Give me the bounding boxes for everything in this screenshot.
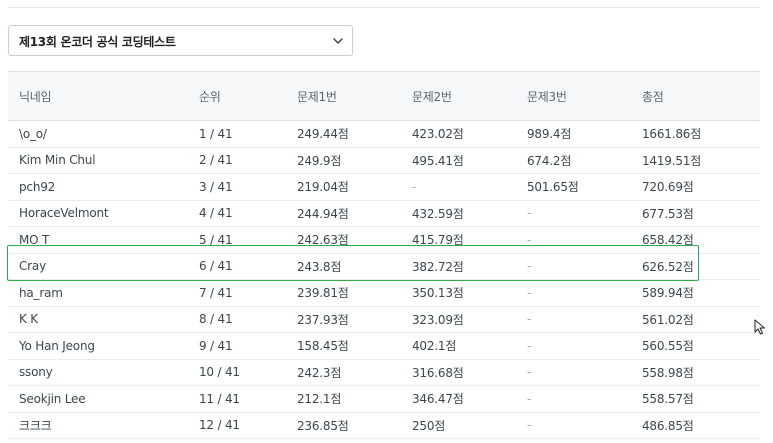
problem-1-score-cell: 158.45점 (286, 332, 401, 360)
top-divider (8, 7, 760, 8)
contest-select[interactable]: 제13회 온코더 공식 코딩테스트 (8, 25, 353, 56)
leaderboard-row: \o_o/1 / 41 249.44점 423.02점 989.4점 1661.86점 (8, 120, 760, 148)
problem-2-score-cell: 346.47점 (401, 385, 516, 413)
leaderboard-row: MO T5 / 41 242.63점 415.79점 -658.42점 (8, 226, 760, 254)
leaderboard-table: 닉네임 순위 문제1번 문제2번 문제3번 총점 \o_o/1 / 41 249.… (8, 71, 760, 439)
problem-1-score-cell: 237.93점 (286, 306, 401, 333)
column-header-problem-2: 문제2번 (401, 71, 516, 121)
rank-cell: 10 / 41 (188, 359, 286, 386)
leaderboard-row: Seokjin Lee 11 / 41 212.1점 346.47점 -558.57점 (8, 385, 760, 413)
total-score-cell: 558.98점 (631, 359, 760, 386)
problem-3-score-cell: - (516, 253, 631, 280)
problem-3-score-cell: 989.4점 (516, 120, 631, 148)
nickname-cell: 크크크 (8, 412, 188, 439)
problem-1-score-cell: 212.1점 (286, 385, 401, 413)
problem-2-score-cell: 316.68점 (401, 359, 516, 386)
problem-1-score-cell: 239.81점 (286, 279, 401, 307)
total-score-cell: 626.52점 (631, 253, 760, 280)
leaderboard-row: ha_ram 7 / 41 239.81점 350.13점 -589.94점 (8, 279, 760, 307)
rank-cell: 6 / 41 (188, 253, 286, 280)
problem-1-score-cell: 243.8점 (286, 253, 401, 280)
problem-3-score-cell: - (516, 412, 631, 439)
column-header-problem-1: 문제1번 (286, 71, 401, 121)
column-header-total: 총점 (631, 71, 760, 121)
leaderboard-row: Kim Min Chul 2 / 41 249.9점 495.41점 674.2점 141… (8, 147, 760, 174)
problem-3-score-cell: - (516, 332, 631, 360)
problem-1-score-cell: 219.04점 (286, 173, 401, 201)
problem-3-score-cell: - (516, 359, 631, 386)
rank-cell: 5 / 41 (188, 226, 286, 254)
problem-2-score-cell: 415.79점 (401, 226, 516, 254)
leaderboard-row: ssony 10 / 41 242.3점 316.68점 -558.98점 (8, 359, 760, 386)
leaderboard-row: pch92 3 / 41 219.04점 -501.65점 720.69점 (8, 173, 760, 201)
problem-3-score-cell: 501.65점 (516, 173, 631, 201)
problem-2-score-cell: 323.09점 (401, 306, 516, 333)
rank-cell: 2 / 41 (188, 147, 286, 174)
problem-3-score-cell: 674.2점 (516, 147, 631, 174)
total-score-cell: 558.57점 (631, 385, 760, 413)
nickname-cell: \o_o/ (8, 120, 188, 148)
nickname-cell: pch92 (8, 173, 188, 201)
problem-1-score-cell: 242.3점 (286, 359, 401, 386)
contest-select-value: 제13회 온코더 공식 코딩테스트 (19, 35, 176, 49)
leaderboard-header-row: 닉네임 순위 문제1번 문제2번 문제3번 총점 (8, 71, 760, 121)
problem-2-score-cell: 423.02점 (401, 120, 516, 148)
rank-cell: 7 / 41 (188, 279, 286, 307)
total-score-cell: 589.94점 (631, 279, 760, 307)
nickname-cell: ha_ram (8, 279, 188, 307)
total-score-cell: 486.85점 (631, 412, 760, 439)
chevron-down-icon (333, 38, 343, 44)
problem-1-score-cell: 249.9점 (286, 147, 401, 174)
rank-cell: 12 / 41 (188, 412, 286, 439)
problem-3-score-cell: - (516, 200, 631, 227)
nickname-cell: Cray (8, 253, 188, 280)
problem-1-score-cell: 242.63점 (286, 226, 401, 254)
total-score-cell: 1661.86점 (631, 120, 760, 148)
problem-3-score-cell: - (516, 226, 631, 254)
problem-1-score-cell: 244.94점 (286, 200, 401, 227)
problem-3-score-cell: - (516, 385, 631, 413)
nickname-cell: ssony (8, 359, 188, 386)
leaderboard-row: 크크크 12 / 41 236.85점 250점 -486.85점 (8, 412, 760, 439)
rank-cell: 1 / 41 (188, 120, 286, 148)
column-header-nickname: 닉네임 (8, 71, 188, 121)
nickname-cell: Kim Min Chul (8, 147, 188, 174)
total-score-cell: 560.55점 (631, 332, 760, 360)
nickname-cell: K K (8, 306, 188, 333)
nickname-cell: Seokjin Lee (8, 385, 188, 413)
problem-2-score-cell: 432.59점 (401, 200, 516, 227)
column-header-rank: 순위 (188, 71, 286, 121)
total-score-cell: 561.02점 (631, 306, 760, 333)
rank-cell: 3 / 41 (188, 173, 286, 201)
mouse-cursor-icon (754, 319, 765, 335)
problem-2-score-cell: - (401, 173, 516, 201)
column-header-problem-3: 문제3번 (516, 71, 631, 121)
leaderboard-row: K K8 / 41 237.93점 323.09점 -561.02점 (8, 306, 760, 333)
problem-3-score-cell: - (516, 306, 631, 333)
leaderboard-row: Cray 6 / 41 243.8점 382.72점 -626.52점 (8, 253, 760, 280)
leaderboard-row: Yo Han Jeong 9 / 41 158.45점 402.1점 -560.55점 (8, 332, 760, 360)
problem-2-score-cell: 350.13점 (401, 279, 516, 307)
rank-cell: 9 / 41 (188, 332, 286, 360)
problem-1-score-cell: 236.85점 (286, 412, 401, 439)
nickname-cell: Yo Han Jeong (8, 332, 188, 360)
total-score-cell: 720.69점 (631, 173, 760, 201)
problem-1-score-cell: 249.44점 (286, 120, 401, 148)
problem-2-score-cell: 250점 (401, 412, 516, 439)
rank-cell: 4 / 41 (188, 200, 286, 227)
problem-3-score-cell: - (516, 279, 631, 307)
problem-2-score-cell: 402.1점 (401, 332, 516, 360)
leaderboard-row: HoraceVelmont 4 / 41 244.94점 432.59점 -677.53… (8, 200, 760, 227)
problem-2-score-cell: 495.41점 (401, 147, 516, 174)
problem-2-score-cell: 382.72점 (401, 253, 516, 280)
total-score-cell: 677.53점 (631, 200, 760, 227)
total-score-cell: 658.42점 (631, 226, 760, 254)
rank-cell: 11 / 41 (188, 385, 286, 413)
total-score-cell: 1419.51점 (631, 147, 760, 174)
nickname-cell: HoraceVelmont (8, 200, 188, 227)
rank-cell: 8 / 41 (188, 306, 286, 333)
nickname-cell: MO T (8, 226, 188, 254)
